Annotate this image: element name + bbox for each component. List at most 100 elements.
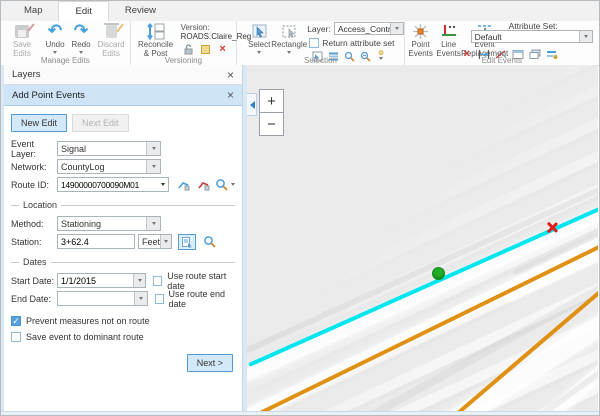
point-events-icon — [412, 22, 429, 40]
discard-edits-button[interactable]: Discard Edits — [93, 22, 129, 59]
pick-station-from-map-button[interactable] — [178, 234, 196, 250]
group-selection: Select Rectangle Layer: Access_Control — [237, 21, 404, 65]
new-version-icon[interactable] — [200, 43, 212, 55]
station-field[interactable] — [57, 234, 135, 249]
version-caption: Version: — [181, 23, 210, 32]
start-date-input[interactable] — [58, 274, 133, 287]
attribute-set-combobox[interactable]: Default — [471, 30, 593, 43]
network-combobox[interactable]: CountyLog — [57, 159, 161, 174]
select-button[interactable]: Select — [245, 22, 273, 56]
save-dominant-route-label: Save event to dominant route — [26, 332, 144, 342]
zoom-out-button[interactable]: − — [260, 113, 283, 135]
event-layer-combobox[interactable]: Signal — [57, 141, 161, 156]
zoom-in-button[interactable]: + — [260, 90, 283, 113]
route-id-label: Route ID: — [11, 180, 57, 190]
reconcile-icon — [146, 22, 166, 40]
end-date-dropdown-button[interactable] — [134, 292, 146, 305]
zoom-to-station-icon[interactable] — [200, 234, 218, 250]
layers-pane-title: Layers — [12, 69, 41, 80]
rectangle-select-button[interactable]: Rectangle — [274, 22, 304, 56]
undo-button[interactable]: ↶ Undo — [43, 22, 67, 56]
location-section-label: Location — [23, 200, 57, 210]
pane-title: Add Point Events — [12, 90, 85, 101]
line-events-button[interactable]: Line Events — [436, 22, 462, 59]
use-route-start-date-label: Use route start date — [167, 271, 235, 291]
network-dropdown-button[interactable] — [146, 160, 160, 173]
method-label: Method: — [11, 219, 57, 229]
location-section-header: Location — [11, 200, 235, 210]
redo-icon: ↷ — [74, 22, 88, 40]
group-label-manage-edits: Manage Edits — [1, 56, 130, 65]
target-location-marker — [545, 221, 558, 234]
collapse-arrow-icon — [247, 101, 255, 109]
redo-button[interactable]: ↷ Redo — [69, 22, 93, 56]
tab-review[interactable]: Review — [109, 1, 172, 21]
event-layer-dropdown-button[interactable] — [146, 142, 160, 155]
dates-section-label: Dates — [23, 257, 47, 267]
method-dropdown-button[interactable] — [146, 217, 160, 230]
layer-label: Layer: — [307, 24, 331, 34]
select-route-on-map-icon[interactable] — [194, 177, 212, 193]
start-date-dropdown-button[interactable] — [133, 274, 145, 287]
route-id-input[interactable] — [58, 178, 158, 191]
event-layer-label: Event Layer: — [11, 139, 57, 159]
add-point-events-pane: Layers × Add Point Events × New Edit Nex… — [1, 65, 243, 412]
unlock-icon[interactable] — [183, 43, 195, 55]
end-date-input[interactable] — [58, 292, 134, 305]
group-edit-events: Point Events Line Events Event Replaceme… — [405, 21, 599, 65]
tab-edit[interactable]: Edit — [58, 1, 108, 21]
select-route-icon[interactable] — [174, 177, 192, 193]
pane-close-icon[interactable]: × — [227, 89, 234, 101]
layers-pane-header[interactable]: Layers × — [4, 65, 242, 85]
window-bottom-edge — [1, 411, 599, 415]
units-dropdown-button[interactable] — [160, 235, 171, 248]
undo-icon: ↶ — [48, 22, 62, 40]
collapse-pane-tab[interactable] — [247, 93, 257, 116]
save-icon — [15, 22, 29, 40]
attribute-set-dropdown-button[interactable] — [579, 31, 592, 42]
group-label-versioning: Versioning — [131, 56, 237, 65]
new-edit-button[interactable]: New Edit — [11, 114, 67, 132]
group-label-edit-events: Edit Events — [405, 56, 599, 65]
group-versioning: Reconcile & Post Version: ROADS.Claire_R… — [131, 21, 238, 65]
next-button[interactable]: Next > — [187, 354, 233, 372]
group-label-selection: Selection — [237, 56, 403, 65]
end-date-picker[interactable] — [57, 291, 148, 306]
map-zoom-control: + − — [259, 89, 284, 136]
layer-combobox[interactable]: Access_Control — [334, 22, 404, 35]
next-edit-button[interactable]: Next Edit — [72, 114, 129, 132]
event-point-marker — [432, 267, 445, 280]
station-units-combobox[interactable]: Feet — [138, 234, 172, 249]
layers-close-icon[interactable]: × — [227, 69, 234, 81]
network-label: Network: — [11, 162, 57, 172]
select-cursor-icon — [251, 22, 268, 40]
tab-map[interactable]: Map — [8, 1, 58, 21]
zoom-to-route-icon[interactable] — [214, 177, 228, 193]
return-attribute-set-label: Return attribute set — [322, 38, 394, 48]
save-dominant-route-checkbox[interactable] — [11, 332, 21, 342]
prevent-measures-label: Prevent measures not on route — [26, 316, 150, 326]
delete-version-icon[interactable]: × — [217, 43, 229, 55]
start-date-picker[interactable] — [57, 273, 146, 288]
use-route-end-date-checkbox[interactable] — [155, 294, 164, 304]
rectangle-select-icon — [281, 22, 298, 40]
point-events-button[interactable]: Point Events — [407, 22, 435, 59]
route-id-combobox[interactable] — [57, 177, 169, 192]
method-combobox[interactable]: Stationing — [57, 216, 161, 231]
end-date-label: End Date: — [11, 294, 57, 304]
save-edits-button[interactable]: Save Edits — [4, 22, 40, 59]
pane-title-bar[interactable]: Add Point Events × — [4, 85, 242, 106]
route-id-dropdown-button[interactable] — [158, 178, 168, 191]
prevent-measures-checkbox[interactable]: ✓ — [11, 316, 21, 326]
zoom-options-caret[interactable] — [231, 183, 235, 188]
ribbon-tab-bar: Map Edit Review — [1, 1, 599, 22]
station-input[interactable] — [58, 235, 134, 248]
use-route-start-date-checkbox[interactable] — [153, 276, 162, 286]
map-view[interactable]: + − — [247, 65, 598, 412]
station-label: Station: — [11, 237, 57, 247]
layer-dropdown-button[interactable] — [390, 23, 403, 34]
line-events-icon — [440, 22, 458, 40]
start-date-label: Start Date: — [11, 276, 57, 286]
reconcile-post-button[interactable]: Reconcile & Post — [135, 22, 177, 59]
return-attribute-set-checkbox[interactable] — [309, 38, 319, 48]
